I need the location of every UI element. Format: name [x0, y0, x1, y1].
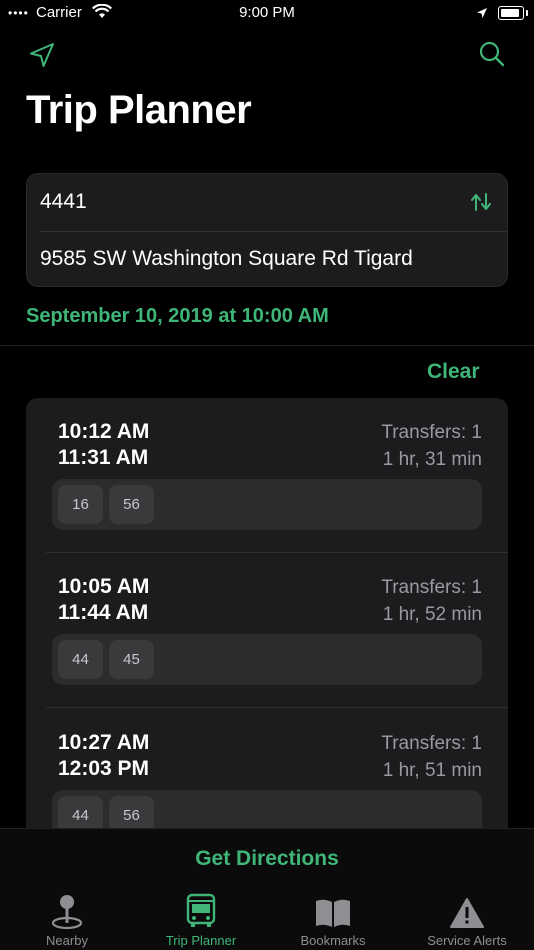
bottom-bar: Get Directions Nearby Trip Planner Bookm…	[0, 828, 534, 950]
route-chip: 16	[58, 485, 103, 524]
book-icon	[266, 893, 400, 929]
route-chip: 44	[58, 640, 103, 679]
search-icon[interactable]	[478, 40, 506, 73]
arrival-time: 11:44 AM	[58, 601, 149, 624]
origin-field[interactable]: 4441	[40, 190, 87, 214]
tab-label: Nearby	[46, 933, 88, 948]
transfers-count: Transfers: 1	[381, 422, 482, 443]
location-status-icon	[476, 6, 488, 23]
route-chips: 44 45	[52, 634, 482, 685]
tab-nearby[interactable]: Nearby	[0, 893, 134, 948]
trip-date[interactable]: September 10, 2019 at 10:00 AM	[26, 305, 329, 328]
tab-service-alerts[interactable]: Service Alerts	[400, 893, 534, 948]
trip-duration: 1 hr, 31 min	[382, 449, 482, 470]
page-title: Trip Planner	[26, 88, 252, 132]
departure-time: 10:27 AM	[58, 731, 150, 754]
clear-button[interactable]: Clear	[427, 360, 480, 384]
warning-icon	[400, 893, 534, 929]
section-divider	[0, 345, 534, 346]
result-row[interactable]: 10:27 AM 12:03 PM Transfers: 1 1 hr, 51 …	[26, 709, 508, 838]
result-row[interactable]: 10:12 AM 11:31 AM Transfers: 1 1 hr, 31 …	[26, 398, 508, 553]
get-directions-button[interactable]: Get Directions	[0, 847, 534, 871]
departure-time: 10:05 AM	[58, 575, 150, 598]
results-list: 10:12 AM 11:31 AM Transfers: 1 1 hr, 31 …	[26, 398, 508, 838]
location-arrow-icon[interactable]	[28, 41, 56, 74]
transfers-count: Transfers: 1	[381, 577, 482, 598]
status-bar: •••• Carrier 9:00 PM	[0, 0, 534, 28]
map-pin-icon	[0, 893, 134, 929]
tab-label: Trip Planner	[165, 933, 237, 948]
route-chip: 56	[109, 485, 154, 524]
route-chip: 45	[109, 640, 154, 679]
row-divider	[46, 707, 508, 708]
result-row[interactable]: 10:05 AM 11:44 AM Transfers: 1 1 hr, 52 …	[26, 553, 508, 708]
tab-trip-planner[interactable]: Trip Planner	[134, 893, 268, 948]
trip-duration: 1 hr, 51 min	[382, 760, 482, 781]
route-chips: 16 56	[52, 479, 482, 530]
transfers-count: Transfers: 1	[381, 733, 482, 754]
arrival-time: 11:31 AM	[58, 446, 149, 469]
tab-label: Bookmarks	[300, 933, 366, 948]
status-time: 9:00 PM	[239, 4, 295, 21]
route-divider	[40, 231, 507, 232]
bus-icon	[134, 893, 268, 929]
arrival-time: 12:03 PM	[58, 757, 150, 780]
swap-icon[interactable]	[469, 190, 493, 219]
battery-icon	[498, 6, 528, 20]
route-card: 4441 9585 SW Washington Square Rd Tigard	[26, 173, 508, 287]
departure-time: 10:12 AM	[58, 420, 150, 443]
trip-duration: 1 hr, 52 min	[382, 604, 482, 625]
destination-field[interactable]: 9585 SW Washington Square Rd Tigard	[40, 247, 413, 271]
tab-label: Service Alerts	[427, 933, 507, 948]
tab-bookmarks[interactable]: Bookmarks	[266, 893, 400, 948]
